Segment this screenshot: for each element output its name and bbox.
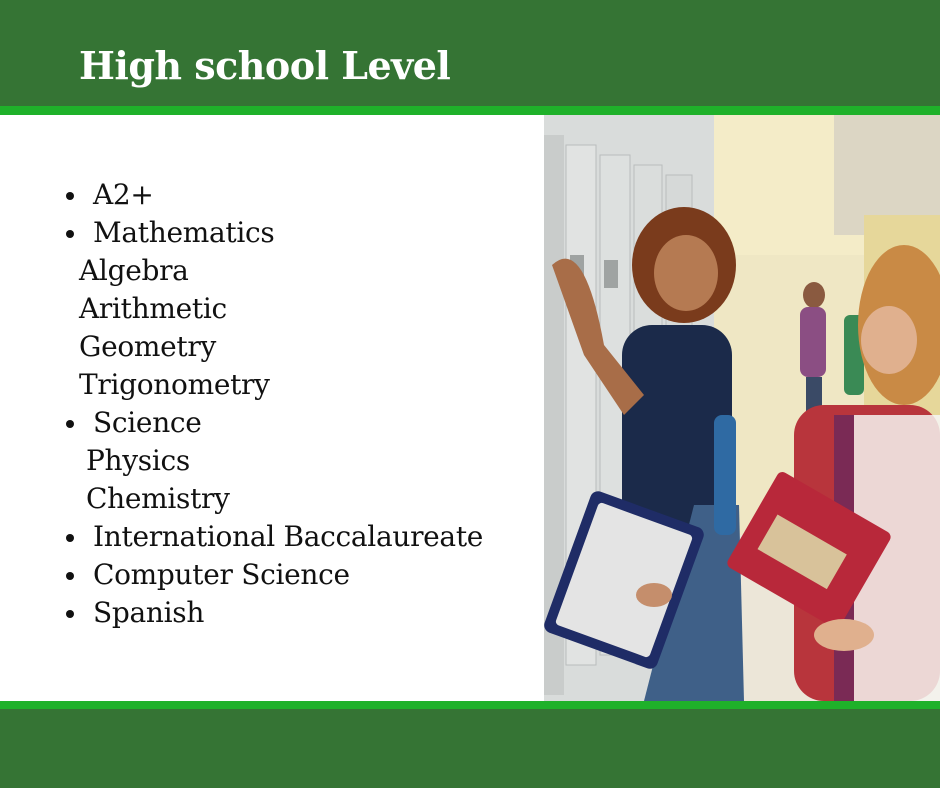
list-subitem: Trigonometry xyxy=(79,368,270,401)
list-subitem: Geometry xyxy=(79,330,216,363)
students-photo xyxy=(544,115,940,701)
list-item: Science xyxy=(64,404,483,442)
list-subitem: Physics xyxy=(86,444,190,477)
slide-title: High school Level xyxy=(79,43,451,88)
list-subitem: Chemistry xyxy=(86,482,230,515)
list-subitem: Algebra xyxy=(79,254,189,287)
subject-list: A2+ Mathematics Algebra Arithmetic Geome… xyxy=(64,176,483,632)
footer-bar xyxy=(0,709,940,788)
students-at-lockers-illustration xyxy=(544,115,940,701)
list-item: Mathematics xyxy=(64,214,483,252)
list-item: A2+ xyxy=(64,176,483,214)
list-item: International Baccalaureate xyxy=(64,518,483,556)
header-accent-stripe xyxy=(0,106,940,115)
list-subitem: Arithmetic xyxy=(79,292,227,325)
list-item: Computer Science xyxy=(64,556,483,594)
footer-accent-stripe xyxy=(0,701,940,709)
list-item: Spanish xyxy=(64,594,483,632)
